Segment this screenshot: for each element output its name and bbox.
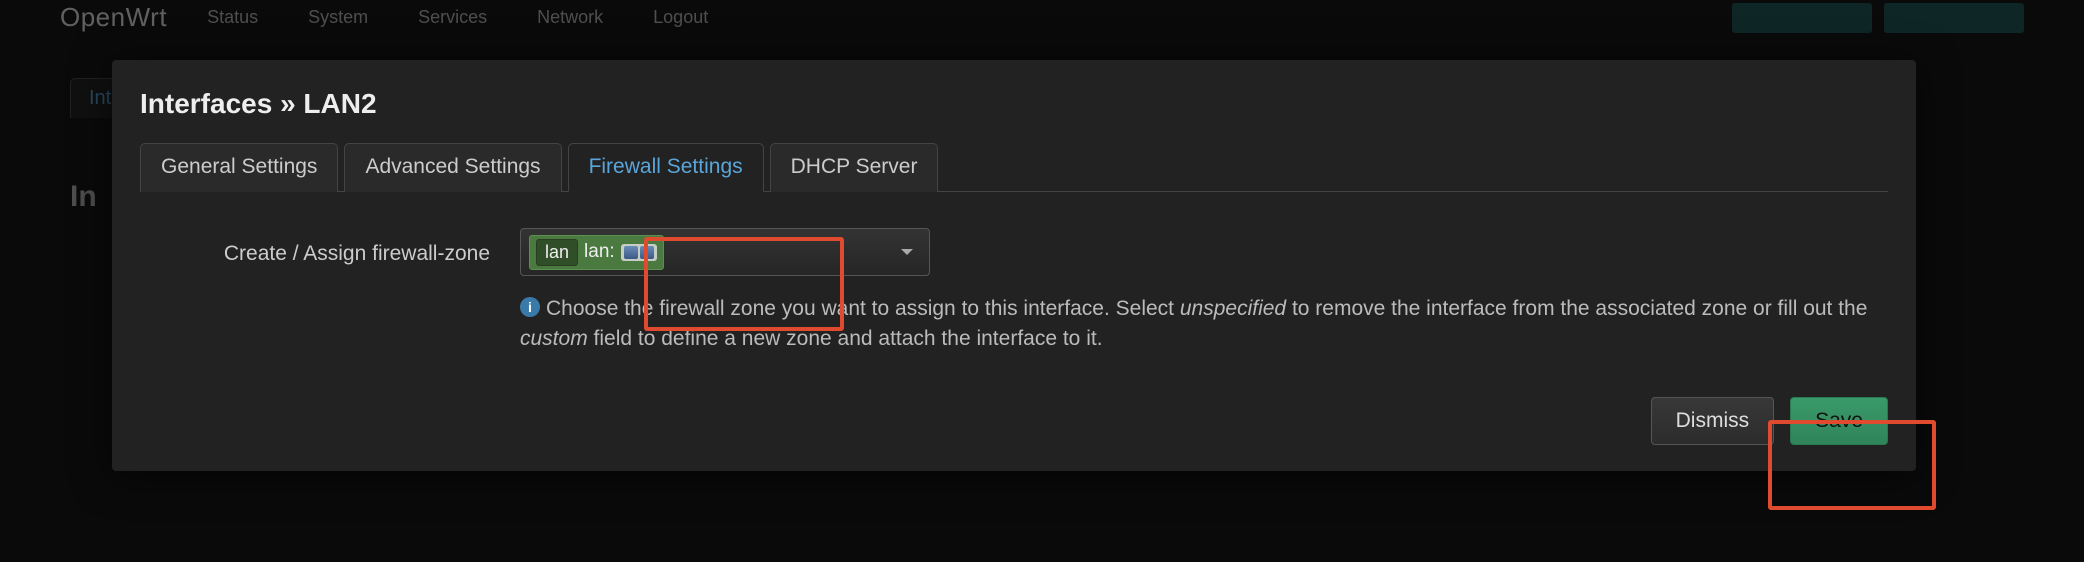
help-text-part: field to define a new zone and attach th… (588, 327, 1103, 350)
nav-action-button-1[interactable] (1732, 3, 1872, 33)
nav-link-logout[interactable]: Logout (653, 7, 708, 28)
firewall-zone-control-wrap: lan lan: i Choose the firewall zone you w… (520, 228, 1888, 355)
brand-logo: OpenWrt (60, 2, 167, 33)
zone-badge: lan (536, 239, 578, 266)
background-heading: In (70, 180, 97, 214)
tab-firewall-settings[interactable]: Firewall Settings (568, 143, 764, 192)
help-text-em: custom (520, 327, 588, 350)
nav-link-system[interactable]: System (308, 7, 368, 28)
modal-title: Interfaces » LAN2 (140, 88, 1888, 120)
nav-link-network[interactable]: Network (537, 7, 603, 28)
help-text-em: unspecified (1180, 297, 1286, 320)
iface-pill-icon (640, 246, 654, 259)
help-text-part: to remove the interface from the associa… (1286, 297, 1867, 320)
tab-advanced-settings[interactable]: Advanced Settings (344, 143, 561, 192)
nav-action-button-2[interactable] (1884, 3, 2024, 33)
tab-general-settings[interactable]: General Settings (140, 143, 338, 192)
zone-chip-lan: lan lan: (529, 235, 664, 270)
zone-interfaces-icon (621, 244, 657, 261)
dismiss-button[interactable]: Dismiss (1651, 397, 1775, 445)
zone-chip-label: lan: (584, 241, 615, 263)
modal-tabs: General Settings Advanced Settings Firew… (140, 142, 1888, 192)
info-icon: i (520, 297, 540, 317)
iface-pill-icon (624, 246, 638, 259)
interface-edit-modal: Interfaces » LAN2 General Settings Advan… (112, 60, 1916, 471)
firewall-zone-help: i Choose the firewall zone you want to as… (520, 294, 1888, 355)
modal-footer: Dismiss Save (140, 397, 1888, 445)
chevron-down-icon (901, 249, 913, 255)
nav-link-services[interactable]: Services (418, 7, 487, 28)
save-button[interactable]: Save (1790, 397, 1888, 445)
nav-links: Status System Services Network Logout (207, 7, 708, 28)
help-text-part: Choose the firewall zone you want to ass… (546, 297, 1180, 320)
top-navbar: OpenWrt Status System Services Network L… (0, 0, 2084, 35)
tab-dhcp-server[interactable]: DHCP Server (770, 143, 939, 192)
firewall-zone-label: Create / Assign firewall-zone (140, 228, 520, 266)
firewall-zone-dropdown[interactable]: lan lan: (520, 228, 930, 276)
firewall-zone-row: Create / Assign firewall-zone lan lan: i… (140, 228, 1888, 355)
nav-link-status[interactable]: Status (207, 7, 258, 28)
nav-right-buttons (1732, 3, 2024, 33)
